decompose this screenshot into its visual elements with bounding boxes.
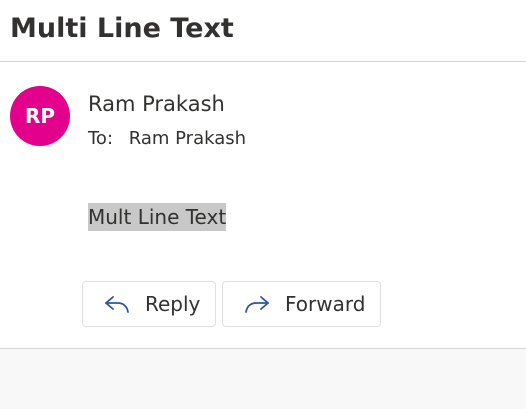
sender-avatar[interactable]: RP <box>10 86 70 146</box>
recipient-line: To: Ram Prakash <box>88 127 246 151</box>
forward-button[interactable]: Forward <box>222 281 381 327</box>
reply-icon <box>103 293 131 315</box>
to-label: To: <box>88 128 114 149</box>
message-view: Multi Line Text RP Ram Prakash To: Ram P… <box>0 0 526 409</box>
header-divider <box>0 61 526 62</box>
message-body: Mult Line Text <box>88 203 227 231</box>
sender-name[interactable]: Ram Prakash <box>88 90 225 118</box>
forward-icon <box>243 293 271 315</box>
forward-label: Forward <box>285 292 366 316</box>
reply-button[interactable]: Reply <box>82 281 216 327</box>
reply-label: Reply <box>145 292 201 316</box>
avatar-initials: RP <box>24 104 56 128</box>
footer-area <box>0 349 526 409</box>
message-subject: Multi Line Text <box>10 13 234 44</box>
recipient-name[interactable]: Ram Prakash <box>129 128 246 149</box>
